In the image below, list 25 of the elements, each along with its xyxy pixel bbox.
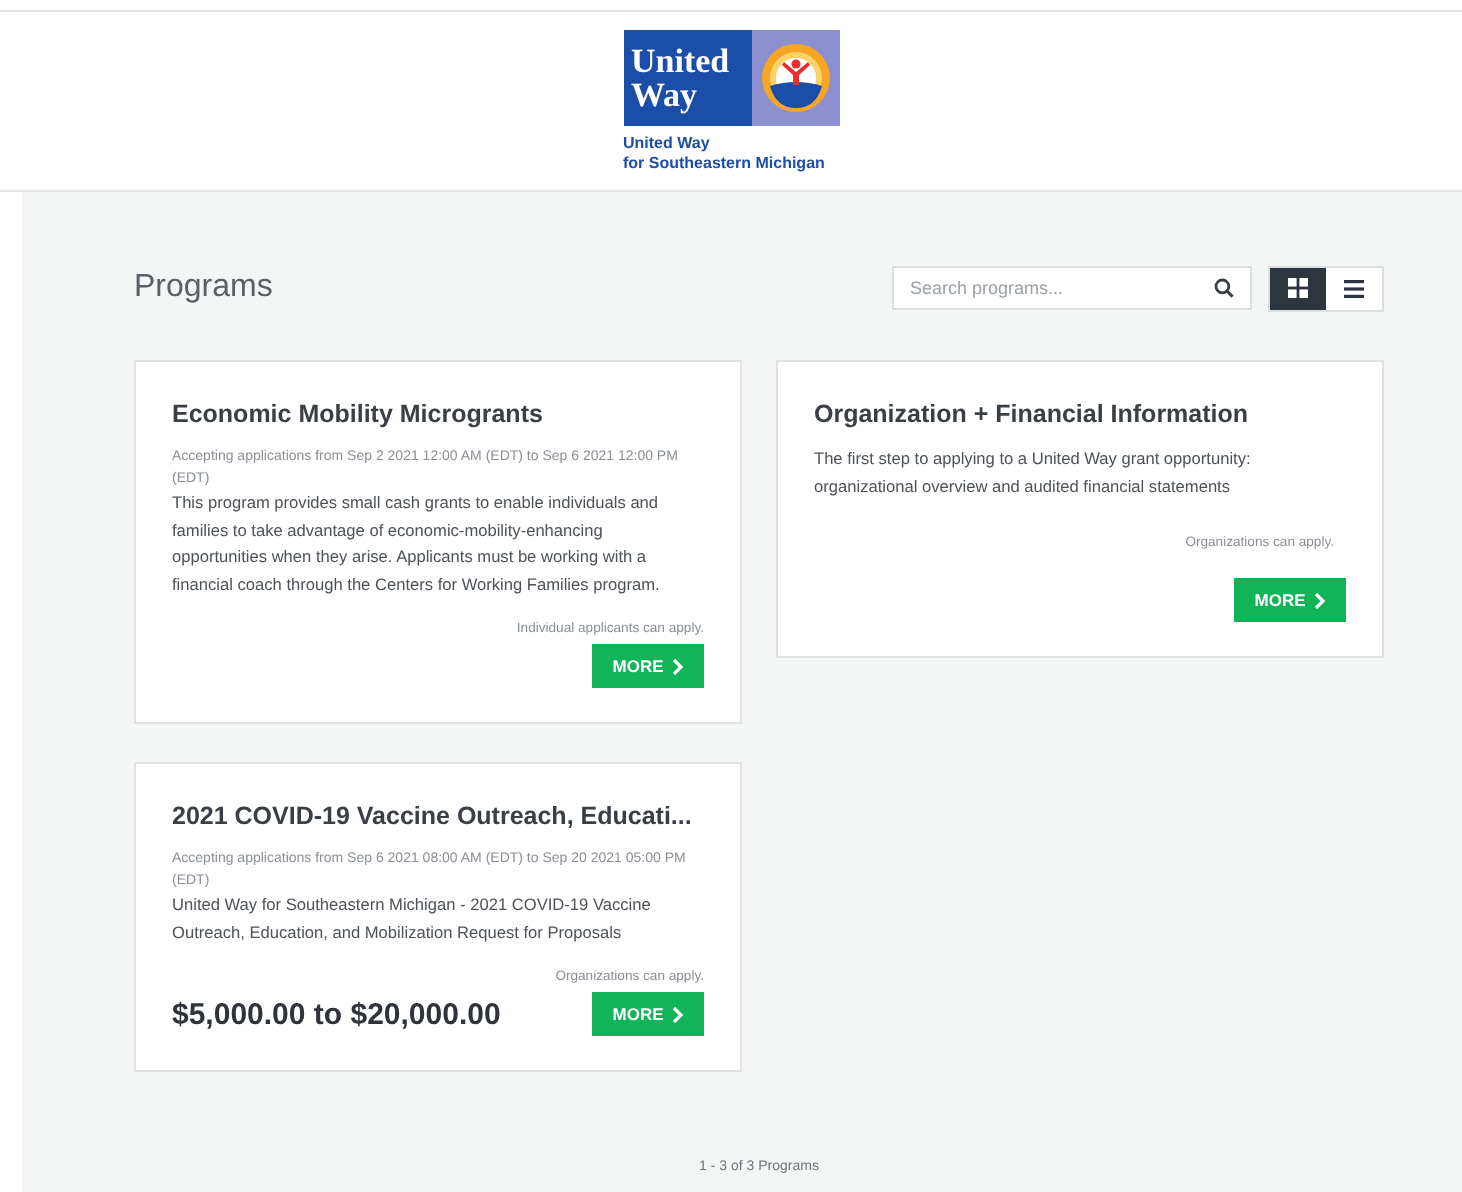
logo-subtitle: for Southeastern Michigan — [623, 154, 825, 174]
program-title: Economic Mobility Microgrants — [172, 400, 545, 428]
logo-word: Way — [631, 78, 700, 112]
chevron-right-icon — [671, 657, 684, 675]
rainbow-hand-emblem-icon — [759, 42, 831, 114]
chevron-right-icon — [1313, 591, 1326, 609]
program-description: United Way for Southeastern Michigan - 2021 COVID-19 Vaccine Outreach, Education, and Mobilization Request for Proposals — [172, 892, 653, 946]
menu-icon — [1344, 279, 1364, 297]
page-title: Programs — [134, 270, 273, 306]
more-button[interactable]: MORE — [592, 644, 704, 688]
program-description: This program provides small cash grants to enable individuals and families to take advantage of economic-mobility-enhancing opportunities when they arise. Applicants must be working with a financial coach through the Centers for Working Families program. — [172, 490, 662, 598]
list-view-button[interactable] — [1326, 267, 1382, 309]
program-description: The first step to applying to a United Way grant opportunity: organizational overview and audited financial statements — [814, 446, 1253, 500]
logo-word: United — [631, 44, 732, 78]
search-field[interactable]: Search programs... — [892, 266, 1252, 310]
logo-subtitle: United Way — [623, 134, 710, 154]
more-button[interactable]: MORE — [1234, 578, 1346, 622]
chevron-right-icon — [671, 1005, 684, 1023]
grant-amount: $5,000.00 to $20,000.00 — [172, 997, 501, 1031]
search-icon — [1214, 278, 1234, 298]
grid-icon — [1288, 278, 1308, 298]
program-title: Organization + Financial Information — [814, 400, 1251, 428]
program-title: 2021 COVID-19 Vaccine Outreach, Educati... — [172, 802, 694, 830]
more-button[interactable]: MORE — [592, 992, 704, 1036]
grid-view-button[interactable] — [1270, 267, 1326, 309]
